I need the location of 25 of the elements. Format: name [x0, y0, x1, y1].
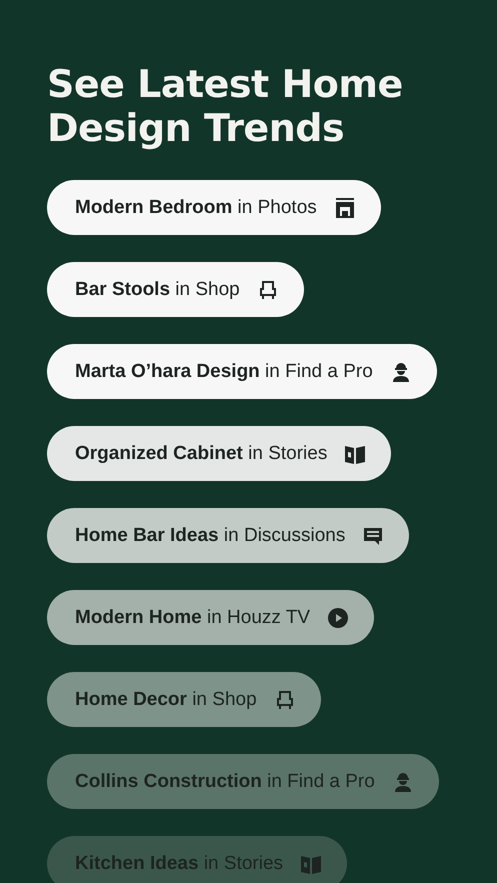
armchair-icon [274, 690, 295, 710]
chat-bubble-icon [363, 526, 384, 546]
suggestion-text: Bar Stools in Shop [75, 278, 240, 300]
suggestion-text: Modern Home in Houzz TV [75, 606, 310, 628]
suggestion-text: Organized Cabinet in Stories [75, 442, 328, 464]
suggestion-text: Modern Bedroom in Photos [75, 196, 317, 218]
suggestion-text: Marta O’hara Design in Find a Pro [75, 360, 373, 382]
suggestion-text: Home Decor in Shop [75, 688, 257, 710]
suggestion-text: Collins Construction in Find a Pro [75, 770, 375, 792]
search-suggestion[interactable]: Modern Home in Houzz TV [47, 590, 374, 645]
armchair-icon [258, 280, 278, 300]
worker-icon [390, 362, 411, 382]
search-suggestion[interactable]: Home Decor in Shop [47, 672, 321, 727]
open-book-icon [301, 854, 322, 874]
search-suggestion[interactable]: Organized Cabinet in Stories [47, 426, 392, 481]
open-book-icon [345, 444, 366, 464]
play-icon [328, 608, 348, 628]
suggestion-text: Home Bar Ideas in Discussions [75, 524, 346, 546]
search-suggestion[interactable]: Modern Bedroom in Photos [47, 180, 381, 235]
search-suggestion[interactable]: Marta O’hara Design in Find a Pro [47, 344, 437, 399]
search-suggestion[interactable]: Bar Stools in Shop [47, 262, 304, 317]
search-suggestion[interactable]: Home Bar Ideas in Discussions [47, 508, 410, 563]
photo-frame-icon [334, 198, 355, 218]
page-title: See Latest Home Design Trends [47, 62, 404, 150]
worker-icon [392, 772, 413, 792]
